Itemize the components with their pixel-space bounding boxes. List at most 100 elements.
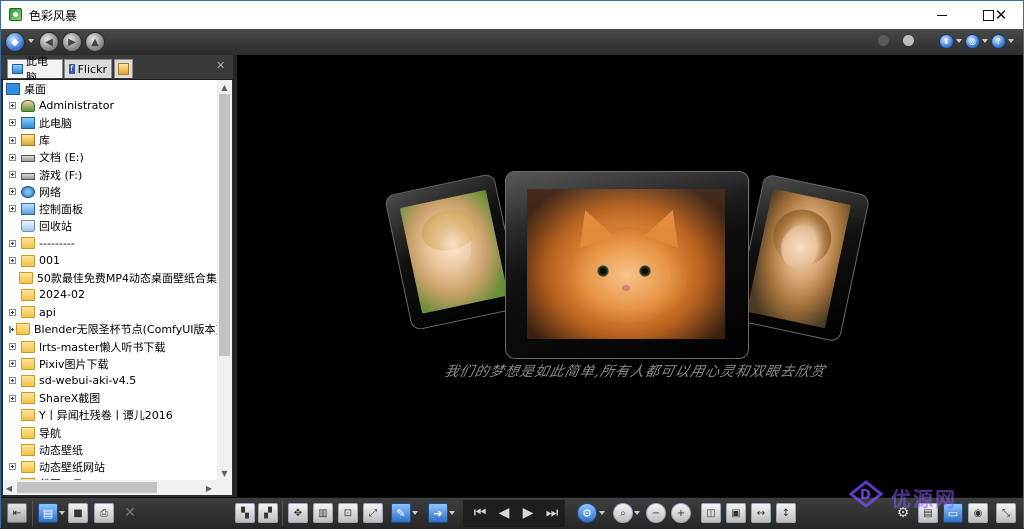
photo-card-right[interactable]	[733, 173, 871, 343]
tree-vertical-scrollbar[interactable]: ▲ ▼	[217, 80, 232, 480]
zoom-dropdown-arrow-icon[interactable]	[634, 511, 640, 515]
settings-button[interactable]: ⚙	[577, 503, 597, 523]
help-button[interactable]: ?	[991, 34, 1006, 49]
panel-close-icon[interactable]: ✕	[216, 59, 225, 72]
fit-height-button[interactable]: ↕	[776, 503, 796, 523]
expand-plus-icon[interactable]	[9, 343, 16, 350]
next-folder-button[interactable]: ▞	[258, 503, 278, 523]
image-viewer[interactable]: 我们的梦想是如此简单,所有人都可以用心灵和双眼去欣赏	[237, 55, 1023, 497]
tree-item[interactable]: Blender无限圣杯节点(ComfyUI版本)	[3, 321, 217, 338]
exit-button[interactable]: ⇤	[7, 503, 27, 523]
photo-card-left[interactable]	[383, 172, 523, 332]
expand-plus-icon[interactable]	[9, 239, 16, 247]
prev-image-button[interactable]: ◀	[494, 503, 514, 523]
fit-button[interactable]: ✥	[288, 503, 308, 523]
compare-button[interactable]: ▥	[313, 503, 333, 523]
photo-card-center[interactable]	[505, 171, 750, 359]
expand-button[interactable]: ⤡	[996, 503, 1016, 523]
prev-folder-button[interactable]: ▚	[235, 503, 255, 523]
expand-plus-icon[interactable]	[9, 360, 16, 368]
expand-plus-icon[interactable]	[9, 325, 14, 333]
tree-item[interactable]: lrts-master懒人听书下载	[3, 338, 217, 355]
status-dot-icon[interactable]	[903, 35, 914, 46]
tab-this-pc[interactable]: 此电脑	[7, 55, 63, 84]
tree-item[interactable]: sd-webui-aki-v4.5	[3, 372, 217, 389]
sort-dropdown-arrow-icon[interactable]	[956, 39, 962, 43]
zoom-in-button[interactable]: +	[671, 503, 691, 523]
expand-plus-icon[interactable]	[9, 394, 16, 402]
tree-item[interactable]: 回收站	[3, 218, 217, 235]
expand-plus-icon[interactable]	[9, 136, 16, 144]
tab-favorites[interactable]	[114, 59, 133, 78]
expand-plus-icon[interactable]	[9, 205, 16, 213]
expand-plus-icon[interactable]	[9, 257, 16, 264]
scrollbar-thumb[interactable]	[17, 482, 157, 493]
close-button[interactable]: ✕	[978, 1, 1024, 29]
status-dot-icon[interactable]	[878, 35, 889, 46]
tree-item[interactable]: 动态壁纸网站	[3, 458, 217, 475]
tree-item[interactable]: 50款最佳免费MP4动态桌面壁纸合集	[3, 269, 217, 286]
edit-button[interactable]: ✎	[391, 503, 411, 523]
scrollbar-thumb[interactable]	[219, 94, 230, 356]
menu-dropdown-arrow-icon[interactable]	[28, 39, 34, 43]
back-button[interactable]: ◀	[39, 32, 59, 52]
preview-button[interactable]: ◉	[968, 503, 988, 523]
tab-flickr[interactable]: f Flickr	[64, 59, 112, 78]
zoom-out-button[interactable]: −	[646, 503, 666, 523]
scroll-up-arrow-icon[interactable]: ▲	[217, 80, 232, 94]
tree-item[interactable]: 控制面板	[3, 200, 217, 217]
fit-window-button[interactable]: ▣	[726, 503, 746, 523]
tree-item[interactable]: 001	[3, 252, 217, 269]
fit-width-button[interactable]: ↔	[751, 503, 771, 523]
tree-item[interactable]: ---------	[3, 235, 217, 252]
open-button[interactable]: ▤	[38, 503, 58, 523]
edit-dropdown-arrow-icon[interactable]	[412, 511, 418, 515]
help-dropdown-arrow-icon[interactable]	[1008, 39, 1014, 43]
view-dropdown-arrow-icon[interactable]	[982, 39, 988, 43]
view-mode-button[interactable]: ◎	[965, 34, 980, 49]
expand-plus-icon[interactable]	[9, 119, 16, 127]
expand-plus-icon[interactable]	[9, 188, 16, 196]
tree-item[interactable]: Pixiv图片下载	[3, 355, 217, 372]
tree-item[interactable]: 库	[3, 132, 217, 149]
expand-plus-icon[interactable]	[9, 377, 16, 385]
tree-item[interactable]: Y丨异闻杜残卷丨谭儿2016	[3, 407, 217, 424]
forward-button[interactable]: ▶	[62, 32, 82, 52]
expand-plus-icon[interactable]	[9, 102, 16, 110]
sort-button[interactable]: ↕	[939, 34, 954, 49]
actual-size-button[interactable]: ◫	[701, 503, 721, 523]
expand-plus-icon[interactable]	[9, 308, 16, 316]
tree-item[interactable]: 导航	[3, 424, 217, 441]
tree-item[interactable]: 桌面	[3, 80, 217, 97]
tree-item[interactable]: api	[3, 304, 217, 321]
open-dropdown-arrow-icon[interactable]	[59, 511, 65, 515]
expand-plus-icon[interactable]	[9, 463, 16, 471]
next-image-button[interactable]: ▶	[518, 503, 538, 523]
resize-button[interactable]: ⤢	[363, 503, 383, 523]
scroll-left-arrow-icon[interactable]: ◀	[3, 481, 15, 495]
tree-item[interactable]: Administrator	[3, 97, 217, 114]
print-button[interactable]: ⎙	[94, 503, 114, 523]
minimize-button[interactable]	[919, 1, 965, 29]
tree-item[interactable]: 2024-02	[3, 286, 217, 303]
export-dropdown-arrow-icon[interactable]	[449, 511, 455, 515]
scroll-down-arrow-icon[interactable]: ▼	[217, 466, 232, 480]
tree-item[interactable]: 游戏 (F:)	[3, 166, 217, 183]
expand-plus-icon[interactable]	[9, 153, 16, 161]
tree-item[interactable]: 动态壁纸	[3, 441, 217, 458]
tree-item[interactable]: 此电脑	[3, 114, 217, 131]
expand-plus-icon[interactable]	[9, 171, 16, 178]
tree-item[interactable]: 文档 (E:)	[3, 149, 217, 166]
tree-horizontal-scrollbar[interactable]: ◀ ▶	[3, 480, 217, 495]
export-button[interactable]: ➜	[428, 503, 448, 523]
first-image-button[interactable]: ⏮	[470, 503, 490, 523]
tree-item[interactable]: 网络	[3, 183, 217, 200]
crop-button[interactable]: ⊡	[338, 503, 358, 523]
menu-orb-button[interactable]: ◆	[5, 32, 25, 52]
save-button[interactable]: ■	[68, 503, 88, 523]
delete-button[interactable]: ✕	[120, 503, 140, 523]
settings-dropdown-arrow-icon[interactable]	[599, 511, 605, 515]
scroll-right-arrow-icon[interactable]: ▶	[203, 481, 215, 495]
zoom-button[interactable]: ⌕	[613, 503, 633, 523]
last-image-button[interactable]: ⏭	[542, 503, 562, 523]
